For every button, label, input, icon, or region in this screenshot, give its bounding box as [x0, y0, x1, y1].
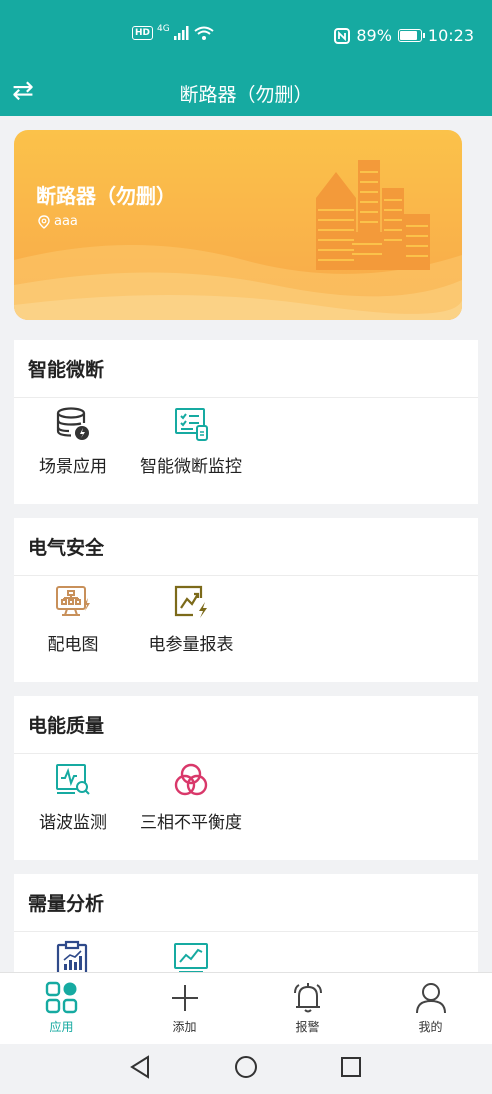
tab-add[interactable]: 添加	[123, 973, 246, 1044]
three-phase-icon	[171, 760, 211, 800]
tab-label: 我的	[418, 1020, 443, 1034]
section-title: 需量分析	[14, 874, 478, 932]
section-title: 电能质量	[14, 696, 478, 754]
item-demand-trend[interactable]	[132, 938, 250, 972]
section-title: 智能微断	[14, 340, 478, 398]
item-demand-report[interactable]	[14, 938, 132, 972]
location-text: aaa	[54, 214, 78, 229]
item-electric-report[interactable]: 电参量报表	[132, 582, 250, 655]
tab-me[interactable]: 我的	[369, 973, 492, 1044]
home-icon[interactable]	[233, 1054, 259, 1080]
trend-board-icon	[171, 938, 211, 972]
signal-icon	[173, 26, 189, 40]
item-label: 电参量报表	[148, 635, 234, 655]
hd-icon: HD	[132, 26, 154, 40]
back-icon[interactable]	[128, 1054, 154, 1080]
wifi-icon	[194, 26, 214, 40]
network-type: 4G	[157, 24, 170, 34]
bottom-tab-bar: 应用 添加 报警 我的	[0, 972, 492, 1044]
item-label: 谐波监测	[39, 813, 107, 833]
page-title: 断路器（勿删）	[179, 84, 313, 106]
banner-location: aaa	[38, 214, 78, 229]
plus-icon	[171, 985, 198, 1011]
status-left: HD 4G	[132, 24, 214, 40]
clipboard-chart-icon	[53, 938, 93, 972]
nfc-icon	[334, 27, 351, 44]
tab-alarm[interactable]: 报警	[246, 973, 369, 1044]
recent-apps-icon[interactable]	[338, 1054, 364, 1080]
banner-title: 断路器（勿删）	[36, 184, 176, 208]
tab-label: 报警	[295, 1020, 320, 1034]
status-right: 89% 10:23	[334, 26, 474, 45]
tab-label: 添加	[172, 1020, 197, 1034]
item-three-phase-unbalance[interactable]: 三相不平衡度	[132, 760, 250, 833]
item-label: 配电图	[47, 635, 99, 655]
buildings-icon	[316, 160, 430, 270]
distribution-diagram-icon	[53, 582, 93, 622]
section-electrical-safety: 电气安全 配电图 电参量报表	[14, 518, 478, 682]
item-label: 三相不平衡度	[140, 813, 242, 833]
section-smart-breaker: 智能微断 场景应用 智能微断监控	[14, 340, 478, 504]
tab-apps[interactable]: 应用	[0, 973, 123, 1044]
status-bar: HD 4G 89% 10:23	[0, 0, 492, 72]
battery-percent: 89%	[356, 26, 392, 45]
location-pin-icon	[38, 214, 50, 229]
section-demand-analysis: 需量分析	[14, 874, 478, 972]
battery-icon	[397, 29, 425, 42]
device-banner: 断路器（勿删） aaa	[14, 130, 462, 320]
database-icon	[53, 404, 93, 444]
monitor-list-icon	[171, 404, 211, 444]
item-smart-breaker-monitor[interactable]: 智能微断监控	[132, 404, 250, 477]
user-icon	[415, 983, 446, 1014]
app-header: ⇄ 断路器（勿删）	[0, 72, 492, 116]
section-power-quality: 电能质量 谐波监测 三相不平衡度	[14, 696, 478, 860]
item-scene-app[interactable]: 场景应用	[14, 404, 132, 477]
section-title: 电气安全	[14, 518, 478, 576]
item-harmonic-monitor[interactable]: 谐波监测	[14, 760, 132, 833]
item-label: 智能微断监控	[140, 457, 242, 477]
item-distribution-diagram[interactable]: 配电图	[14, 582, 132, 655]
harmonic-monitor-icon	[53, 760, 93, 800]
electric-report-icon	[171, 582, 211, 622]
tab-label: 应用	[49, 1020, 74, 1034]
apps-icon	[45, 981, 77, 1014]
clock: 10:23	[427, 26, 474, 45]
system-nav-bar	[0, 1044, 492, 1094]
bell-icon	[293, 983, 322, 1013]
item-label: 场景应用	[39, 457, 107, 477]
